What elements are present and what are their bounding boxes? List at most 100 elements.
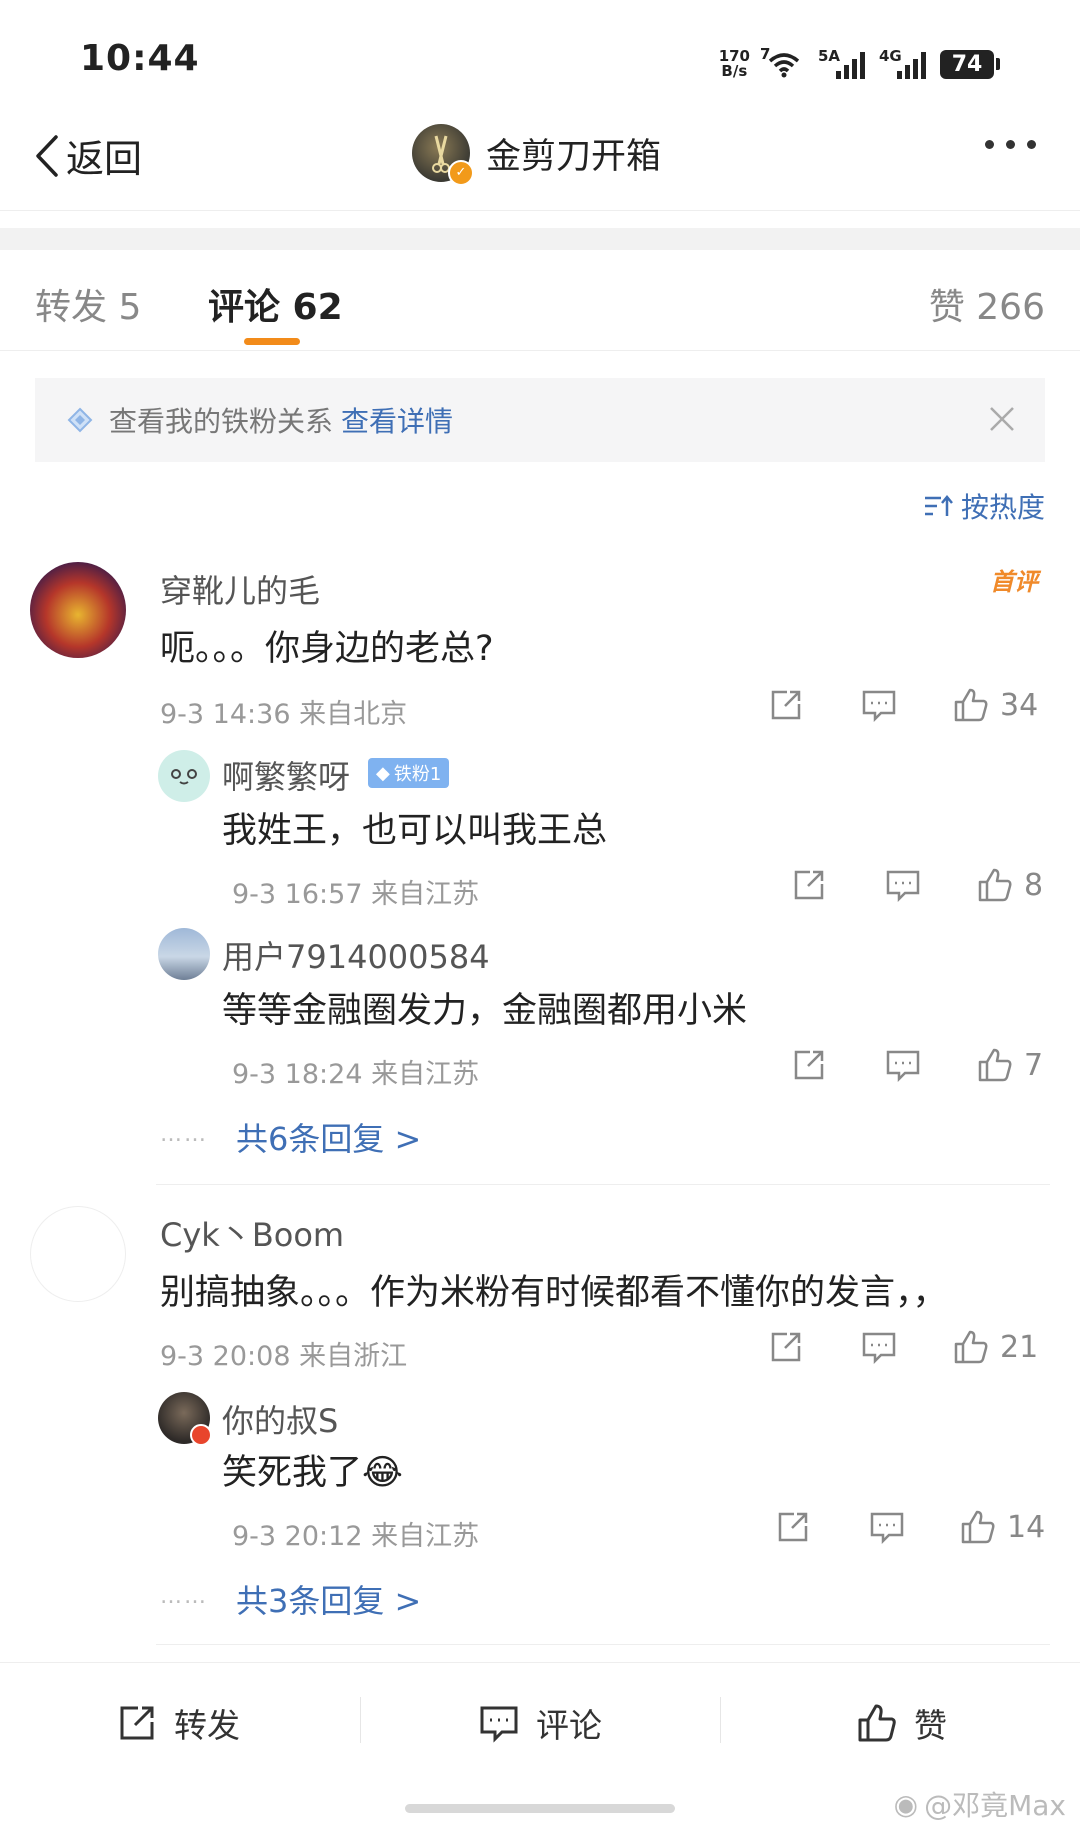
thumbs-up-icon — [954, 1330, 988, 1364]
diamond-icon: ◆ — [376, 762, 390, 784]
bottom-action-bar: 转发 评论 赞 — [0, 1662, 1080, 1775]
comment-username[interactable]: Cyk丶Boom — [160, 1210, 344, 1256]
share-button[interactable] — [790, 866, 828, 904]
thumbs-up-icon — [961, 1510, 995, 1544]
avatar[interactable] — [30, 562, 126, 658]
like-count: 14 — [1007, 1509, 1046, 1545]
first-comment-badge: 首评 — [990, 568, 1038, 596]
comment-divider — [156, 1184, 1050, 1185]
like-button[interactable]: 14 — [959, 1508, 1045, 1546]
comment-meta: 9-3 14:36 来自北京 — [160, 699, 408, 730]
like-button[interactable]: 7 — [976, 1046, 1043, 1084]
more-options-button[interactable] — [985, 140, 1036, 149]
back-label: 返回 — [66, 137, 143, 181]
reply-username[interactable]: 你的叔S — [222, 1396, 338, 1442]
thumbs-up-icon — [858, 1704, 896, 1742]
like-post-button[interactable]: 赞 — [856, 1699, 947, 1747]
reply-text: 等等金融圈发力，金融圈都用小米 — [222, 991, 748, 1031]
page-title: 金剪刀开箱 — [486, 136, 662, 177]
reply-button[interactable] — [860, 686, 898, 724]
comment-icon — [480, 1706, 518, 1743]
like-button[interactable]: 21 — [952, 1328, 1038, 1366]
more-replies-link[interactable]: 共6条回复 > — [236, 1114, 421, 1160]
iron-fan-badge: ◆ 铁粉1 — [368, 758, 450, 788]
like-button[interactable]: 34 — [952, 686, 1038, 724]
reply-meta: 9-3 20:12 来自江苏 — [232, 1521, 480, 1552]
author-header[interactable]: ✓ 金剪刀开箱 — [412, 124, 662, 186]
reply-username[interactable]: 用户7914000584 — [222, 932, 490, 978]
reply-meta: 9-3 16:57 来自江苏 — [232, 879, 480, 910]
share-icon — [778, 1512, 808, 1542]
repost-button[interactable]: 转发 — [116, 1699, 240, 1747]
like-count: 34 — [1000, 687, 1039, 723]
avatar[interactable] — [158, 1392, 212, 1446]
tab-repost[interactable]: 转发 5 — [35, 278, 141, 330]
sort-label: 按热度 — [960, 491, 1045, 524]
share-button[interactable] — [767, 686, 805, 724]
share-button[interactable] — [767, 1328, 805, 1366]
fan-banner-text: 查看我的铁粉关系 — [109, 405, 334, 438]
iron-fan-banner[interactable]: 查看我的铁粉关系 查看详情 — [35, 378, 1045, 462]
status-time: 10:44 — [80, 38, 200, 79]
thumbs-up-icon — [978, 1048, 1012, 1082]
comment-icon — [870, 1512, 904, 1545]
reply-button[interactable] — [884, 866, 922, 904]
more-dots: …… — [160, 1584, 208, 1609]
user-badge-icon — [190, 1424, 212, 1446]
diamond-icon — [67, 407, 93, 433]
thumbs-up-icon — [978, 868, 1012, 902]
like-count: 8 — [1024, 867, 1044, 903]
avatar[interactable] — [158, 928, 210, 980]
like-button[interactable]: 8 — [976, 866, 1043, 904]
view-details-link[interactable]: 查看详情 — [341, 400, 453, 440]
tab-likes[interactable]: 赞 266 — [929, 278, 1045, 330]
face-icon — [171, 769, 197, 785]
like-label: 赞 — [914, 1706, 947, 1745]
active-tab-indicator — [244, 338, 300, 345]
reply-button[interactable] — [860, 1328, 898, 1366]
back-button[interactable]: 返回 — [34, 128, 142, 183]
share-icon — [794, 1050, 824, 1080]
share-icon — [771, 690, 801, 720]
avatar[interactable] — [30, 1206, 126, 1302]
close-icon[interactable] — [987, 404, 1017, 434]
share-button[interactable] — [790, 1046, 828, 1084]
watermark: ◉ @邓竟Max — [893, 1787, 1066, 1823]
share-icon — [120, 1706, 154, 1740]
avatar[interactable] — [158, 750, 210, 802]
home-indicator[interactable] — [405, 1804, 675, 1813]
sort-icon — [924, 495, 953, 516]
share-button[interactable] — [774, 1508, 812, 1546]
net-speed: 170 B/s — [718, 47, 750, 80]
reply-username[interactable]: 啊繁繁呀 — [222, 752, 350, 798]
sort-button[interactable]: 按热度 — [923, 486, 1045, 526]
verified-badge-icon: ✓ — [448, 160, 474, 186]
cell-signal-icon-2: 4G — [879, 47, 926, 79]
chevron-left-icon — [36, 134, 58, 177]
reply-meta: 9-3 18:24 来自江苏 — [232, 1059, 480, 1090]
author-avatar[interactable]: ✓ — [412, 124, 474, 186]
tab-comments[interactable]: 评论 62 — [208, 278, 343, 330]
cell-signal-icon: 5A — [818, 47, 865, 79]
reply-text: 我姓王，也可以叫我王总 — [222, 811, 608, 851]
reply-button[interactable] — [868, 1508, 906, 1546]
like-count: 21 — [1000, 1329, 1039, 1365]
comment-icon — [862, 690, 896, 723]
share-icon — [794, 870, 824, 900]
comment-divider — [156, 1644, 1050, 1645]
more-dots: …… — [160, 1122, 208, 1147]
bar-divider — [360, 1697, 361, 1743]
like-count: 7 — [1024, 1047, 1044, 1083]
repost-label: 转发 — [174, 1706, 240, 1745]
comment-button[interactable]: 评论 — [478, 1699, 602, 1747]
more-replies-link[interactable]: 共3条回复 > — [236, 1576, 421, 1622]
reply-text: 笑死我了😂 — [222, 1453, 403, 1493]
comment-icon — [886, 870, 920, 903]
wifi-icon: 7 — [760, 45, 804, 79]
comment-text: 呃。。。你身边的老总? — [160, 629, 494, 669]
comment-username[interactable]: 穿靴儿的毛 — [160, 566, 320, 612]
section-gap — [0, 228, 1080, 250]
comment-text: 别搞抽象。。。作为米粉有时候都看不懂你的发言，， — [160, 1273, 948, 1313]
weibo-logo-icon: ◉ — [893, 1787, 919, 1821]
reply-button[interactable] — [884, 1046, 922, 1084]
